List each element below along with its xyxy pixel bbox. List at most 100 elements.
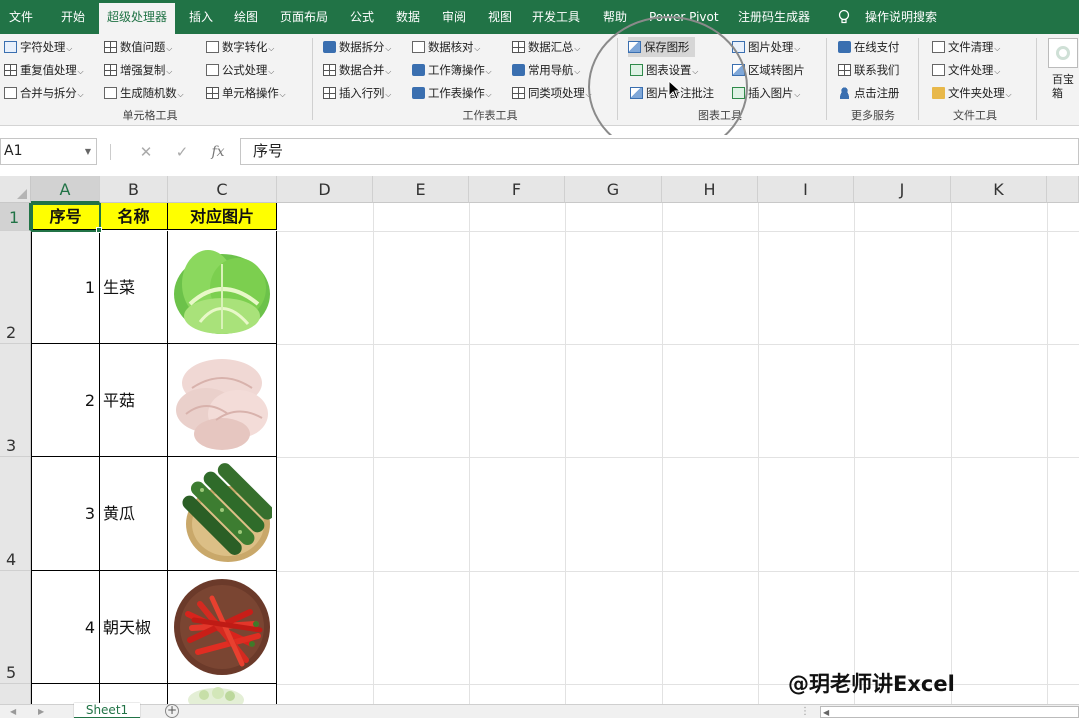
merge-split-button[interactable]: 合并与拆分⌵ <box>4 83 84 103</box>
cell-b6[interactable] <box>100 684 168 704</box>
cancel-icon[interactable]: ✕ <box>136 140 156 164</box>
column-header-a[interactable]: A <box>31 176 100 203</box>
gridline <box>951 203 952 704</box>
tab-data[interactable]: 数据 <box>396 0 420 34</box>
column-header-l[interactable] <box>1047 176 1079 203</box>
column-header-k[interactable]: K <box>951 176 1047 203</box>
tell-me-search[interactable]: 操作说明搜索 <box>865 0 937 34</box>
cell-a3[interactable]: 2 <box>31 344 100 457</box>
data-merge-button[interactable]: 数据合并⌵ <box>323 60 391 80</box>
cell-operation-button[interactable]: 单元格操作⌵ <box>206 83 286 103</box>
row-header-2[interactable]: 2 <box>0 231 31 344</box>
number-convert-button[interactable]: 数字转化⌵ <box>206 37 274 57</box>
cell-a5[interactable]: 4 <box>31 571 100 684</box>
lettuce-image[interactable] <box>170 234 274 342</box>
chili-pepper-image[interactable] <box>172 574 272 680</box>
formula-icon <box>206 64 219 76</box>
cell-b2[interactable]: 生菜 <box>100 231 168 344</box>
register-button[interactable]: 点击注册 <box>838 83 899 103</box>
enter-icon[interactable]: ✓ <box>172 140 192 164</box>
column-header-i[interactable]: I <box>758 176 854 203</box>
column-header-h[interactable]: H <box>662 176 758 203</box>
chevron-down-icon[interactable]: ▼ <box>85 139 91 164</box>
workbook-operation-button[interactable]: 工作簿操作⌵ <box>412 60 492 80</box>
convert-icon <box>206 41 219 53</box>
next-sheet-icon[interactable]: ▶ <box>38 705 44 718</box>
formula-input[interactable]: 序号 <box>240 138 1079 165</box>
splitter-handle-icon[interactable]: ⋮ <box>800 705 810 718</box>
column-header-d[interactable]: D <box>277 176 373 203</box>
cucumber-image[interactable] <box>172 460 272 568</box>
tab-file[interactable]: 文件 <box>9 0 33 34</box>
data-check-button[interactable]: 数据核对⌵ <box>412 37 480 57</box>
cell-b3[interactable]: 平菇 <box>100 344 168 457</box>
tab-home[interactable]: 开始 <box>61 0 85 34</box>
tab-developer[interactable]: 开发工具 <box>532 0 580 34</box>
insert-rows-cols-button[interactable]: 插入行列⌵ <box>323 83 391 103</box>
string-processing-button[interactable]: 字符处理⌵ <box>4 37 72 57</box>
tab-super-processor[interactable]: 超级处理器 <box>99 3 176 34</box>
toolbox-label-line2[interactable]: 箱 <box>1052 84 1063 104</box>
summary-icon <box>512 41 525 53</box>
common-nav-button[interactable]: 常用导航⌵ <box>512 60 580 80</box>
tab-insert[interactable]: 插入 <box>189 0 213 34</box>
duplicate-processing-button[interactable]: 重复值处理⌵ <box>4 60 84 80</box>
prev-sheet-icon[interactable]: ◀ <box>10 705 16 718</box>
cell-a6[interactable] <box>31 684 100 704</box>
file-cleanup-button[interactable]: 文件清理⌵ <box>932 37 1000 57</box>
file-processing-button[interactable]: 文件处理⌵ <box>932 60 1000 80</box>
enhanced-copy-button[interactable]: 增强复制⌵ <box>104 60 172 80</box>
copy-icon <box>104 64 117 76</box>
fill-handle[interactable] <box>96 227 102 233</box>
cell-a2[interactable]: 1 <box>31 231 100 344</box>
cell-b1-header[interactable]: 名称 <box>100 203 168 230</box>
formula-processing-button[interactable]: 公式处理⌵ <box>206 60 274 80</box>
row-header-1[interactable]: 1 <box>0 203 31 231</box>
worksheet-icon <box>412 87 425 99</box>
tab-draw[interactable]: 绘图 <box>234 0 258 34</box>
column-header-g[interactable]: G <box>565 176 662 203</box>
tab-page-layout[interactable]: 页面布局 <box>280 0 328 34</box>
vegetable-image-partial[interactable] <box>186 686 246 704</box>
picture-processing-button[interactable]: 图片处理⌵ <box>732 37 800 57</box>
column-header-e[interactable]: E <box>373 176 469 203</box>
tab-regcode-generator[interactable]: 注册码生成器 <box>738 0 810 34</box>
cell-b5[interactable]: 朝天椒 <box>100 571 168 684</box>
insert-function-icon[interactable]: fx <box>207 140 229 164</box>
scroll-left-icon[interactable]: ◀ <box>823 708 829 717</box>
column-header-j[interactable]: J <box>854 176 951 203</box>
sheet-tab-sheet1[interactable]: Sheet1 <box>74 703 140 718</box>
worksheet-grid[interactable]: A B C D E F G H I J K 1 2 3 4 5 序号 名称 对应 <box>0 176 1079 704</box>
folder-processing-button[interactable]: 文件夹处理⌵ <box>932 83 1012 103</box>
group-items-button[interactable]: 同类项处理⌵ <box>512 83 592 103</box>
tab-view[interactable]: 视图 <box>488 0 512 34</box>
tab-review[interactable]: 审阅 <box>442 0 466 34</box>
row-header-6[interactable] <box>0 684 31 704</box>
numeric-issue-button[interactable]: 数值问题⌵ <box>104 37 172 57</box>
horizontal-scrollbar[interactable]: ◀ <box>820 706 1079 718</box>
row-header-4[interactable]: 4 <box>0 457 31 571</box>
select-all-button[interactable] <box>0 176 31 203</box>
column-header-c[interactable]: C <box>168 176 277 203</box>
cell-b4[interactable]: 黄瓜 <box>100 457 168 571</box>
random-number-button[interactable]: 生成随机数⌵ <box>104 83 184 103</box>
contact-icon <box>838 64 851 76</box>
worksheet-operation-button[interactable]: 工作表操作⌵ <box>412 83 492 103</box>
file-icon <box>932 64 945 76</box>
name-box[interactable]: A1 ▼ <box>0 138 97 165</box>
tab-formulas[interactable]: 公式 <box>350 0 374 34</box>
column-header-b[interactable]: B <box>100 176 168 203</box>
cell-c1-header[interactable]: 对应图片 <box>168 203 277 230</box>
oyster-mushroom-image[interactable] <box>172 348 272 454</box>
contact-us-button[interactable]: 联系我们 <box>838 60 899 80</box>
row-header-3[interactable]: 3 <box>0 344 31 457</box>
column-header-f[interactable]: F <box>469 176 565 203</box>
data-split-button[interactable]: 数据拆分⌵ <box>323 37 391 57</box>
row-header-5[interactable]: 5 <box>0 571 31 684</box>
gridline <box>469 203 470 704</box>
online-payment-button[interactable]: 在线支付 <box>838 37 899 57</box>
cell-a4[interactable]: 3 <box>31 457 100 571</box>
payment-icon <box>838 41 851 53</box>
data-summary-button[interactable]: 数据汇总⌵ <box>512 37 580 57</box>
add-sheet-button[interactable]: + <box>165 704 179 718</box>
